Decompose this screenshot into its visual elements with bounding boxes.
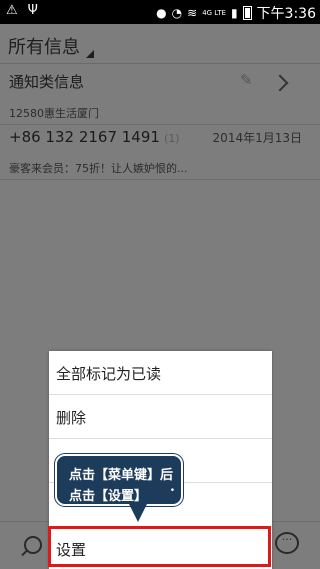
menu-item-delete[interactable]: 删除 [49, 395, 272, 439]
menu-item-label: 删除 [56, 409, 87, 427]
sender-number: +86 132 2167 1491 [9, 128, 160, 146]
mute-icon: ◔ [171, 6, 183, 20]
warning-icon: ⚠ [6, 3, 18, 18]
conversation-preview: 12580惠生活厦门 [9, 107, 99, 120]
callout-dot: • [169, 486, 175, 496]
wifi-icon: ≋ [187, 6, 198, 20]
conversation-row[interactable]: +86 132 2167 1491 (1) 2014年1月13日 豪客来会员：75… [0, 125, 320, 180]
conversation-preview: 豪客来会员：75折！让人嫉妒恨的... [9, 162, 188, 175]
unread-count: (1) [163, 132, 180, 145]
callout-line-1: 点击【菜单键】后 [69, 468, 174, 483]
message-date: 2014年1月13日 [212, 131, 302, 145]
battery-icon [242, 6, 252, 20]
usb-icon: Ψ [27, 3, 38, 18]
network-type: 4G LTE [202, 9, 226, 17]
notification-icon: ● [156, 6, 167, 20]
clock: 下午3:36 [256, 6, 316, 22]
title-bar[interactable]: 所有信息 [0, 24, 320, 64]
menu-item-label: 全部标记为已读 [56, 365, 162, 383]
callout-pointer [128, 502, 148, 522]
menu-item-mark-all-read[interactable]: 全部标记为已读 [49, 351, 272, 395]
status-bar: ⚠ Ψ ● ◔ ≋ 4G LTE ▮ 下午3:36 [0, 0, 320, 24]
search-icon[interactable] [24, 536, 42, 554]
attachment-icon: ✎ [240, 71, 253, 89]
conversation-title: 通知类信息 [9, 73, 85, 91]
settings-highlight-box [48, 526, 271, 567]
new-message-icon[interactable]: ··· [275, 532, 299, 554]
status-left-icons: ⚠ Ψ [6, 3, 38, 18]
instruction-callout: 点击【菜单键】后 点击【设置】 • [55, 454, 183, 506]
page-title[interactable]: 所有信息 [8, 33, 80, 59]
signal-icon: ▮ [230, 6, 238, 20]
conversation-row[interactable]: 通知类信息 ✎ 12580惠生活厦门 [0, 65, 320, 125]
status-right: ● ◔ ≋ 4G LTE ▮ 下午3:36 [156, 3, 316, 23]
chevron-right-icon[interactable] [271, 74, 289, 92]
conversation-title: +86 132 2167 1491 (1) [9, 128, 180, 146]
dropdown-caret-icon[interactable] [86, 50, 94, 58]
